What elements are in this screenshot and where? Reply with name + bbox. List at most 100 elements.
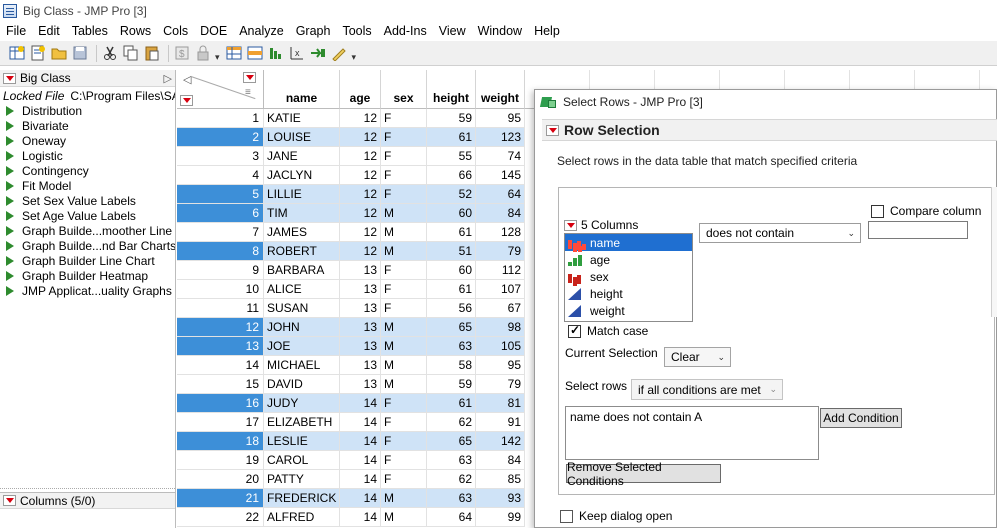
cell-name[interactable]: KATIE [264, 109, 340, 128]
cell-sex[interactable]: M [381, 375, 427, 394]
cell-weight[interactable]: 64 [476, 185, 525, 204]
cell-name[interactable]: ALICE [264, 280, 340, 299]
columns-red-triangle-icon[interactable] [243, 72, 256, 83]
cell-sex[interactable]: F [381, 185, 427, 204]
compare-column-checkbox[interactable]: Compare column [871, 204, 981, 218]
cell-sex[interactable]: M [381, 508, 427, 527]
cell-name[interactable]: BARBARA [264, 261, 340, 280]
cell-weight[interactable]: 112 [476, 261, 525, 280]
column-list-item-weight[interactable]: weight [565, 302, 692, 319]
cell-weight[interactable]: 98 [476, 318, 525, 337]
toolbar-overflow-icon[interactable]: ▾ [352, 52, 357, 63]
cell-sex[interactable]: F [381, 280, 427, 299]
table-script-item[interactable]: Oneway [0, 133, 175, 148]
cell-name[interactable]: JOHN [264, 318, 340, 337]
cell-height[interactable]: 61 [427, 128, 476, 147]
cell-age[interactable]: 12 [340, 128, 381, 147]
cell-age[interactable]: 14 [340, 413, 381, 432]
row-number[interactable]: 18 [177, 432, 264, 451]
row-number[interactable]: 7 [177, 223, 264, 242]
cell-height[interactable]: 59 [427, 109, 476, 128]
table-script-item[interactable]: Graph Builder Line Chart [0, 253, 175, 268]
conditions-list[interactable]: name does not contain A [565, 406, 819, 460]
cell-weight[interactable]: 84 [476, 451, 525, 470]
run-script-icon[interactable] [6, 210, 14, 221]
table-script-item[interactable]: Bivariate [0, 118, 175, 133]
cell-height[interactable]: 56 [427, 299, 476, 318]
cell-sex[interactable]: F [381, 261, 427, 280]
cell-height[interactable]: 63 [427, 489, 476, 508]
condition-mode-dropdown[interactable]: if all conditions are met ⌄ [631, 379, 783, 400]
cell-name[interactable]: ALFRED [264, 508, 340, 527]
row-number[interactable]: 22 [177, 508, 264, 527]
menu-tools[interactable]: Tools [336, 24, 377, 38]
table-script-item[interactable]: Graph Builde...nd Bar Charts [0, 238, 175, 253]
new-data-table-icon[interactable] [8, 45, 25, 62]
cell-height[interactable]: 64 [427, 508, 476, 527]
cell-weight[interactable]: 99 [476, 508, 525, 527]
new-script-icon[interactable] [29, 45, 46, 62]
cell-height[interactable]: 55 [427, 147, 476, 166]
cell-name[interactable]: TIM [264, 204, 340, 223]
menu-analyze[interactable]: Analyze [233, 24, 289, 38]
panel-divider[interactable] [0, 488, 175, 491]
cell-height[interactable]: 61 [427, 223, 476, 242]
cell-age[interactable]: 12 [340, 147, 381, 166]
criteria-value-input[interactable] [868, 221, 968, 239]
cell-name[interactable]: PATTY [264, 470, 340, 489]
table-script-item[interactable]: Graph Builder Heatmap [0, 268, 175, 283]
cell-sex[interactable]: F [381, 299, 427, 318]
condition-item[interactable]: name does not contain A [570, 410, 702, 424]
row-number[interactable]: 10 [177, 280, 264, 299]
cell-name[interactable]: ROBERT [264, 242, 340, 261]
cell-age[interactable]: 14 [340, 470, 381, 489]
menu-doe[interactable]: DOE [194, 24, 233, 38]
run-script-icon[interactable] [6, 180, 14, 191]
red-triangle-menu-icon[interactable] [3, 72, 16, 84]
table-script-item[interactable]: Distribution [0, 103, 175, 118]
table-script-item[interactable]: Fit Model [0, 178, 175, 193]
menu-add-ins[interactable]: Add-Ins [378, 24, 433, 38]
row-number[interactable]: 16 [177, 394, 264, 413]
cell-name[interactable]: MICHAEL [264, 356, 340, 375]
cell-sex[interactable]: F [381, 128, 427, 147]
collapse-panel-icon[interactable]: ▷ [164, 72, 172, 85]
menu-view[interactable]: View [433, 24, 472, 38]
cell-name[interactable]: LESLIE [264, 432, 340, 451]
cell-weight[interactable]: 105 [476, 337, 525, 356]
cell-age[interactable]: 12 [340, 204, 381, 223]
cell-sex[interactable]: M [381, 489, 427, 508]
table-script-item[interactable]: Set Age Value Labels [0, 208, 175, 223]
run-script-icon[interactable] [6, 225, 14, 236]
cell-age[interactable]: 14 [340, 432, 381, 451]
run-script-icon[interactable] [6, 285, 14, 296]
cell-height[interactable]: 61 [427, 394, 476, 413]
cell-sex[interactable]: F [381, 394, 427, 413]
operator-dropdown[interactable]: does not contain ⌄ [699, 223, 861, 243]
cell-height[interactable]: 52 [427, 185, 476, 204]
red-triangle-menu-icon[interactable] [546, 124, 559, 136]
cell-height[interactable]: 63 [427, 451, 476, 470]
cell-weight[interactable]: 95 [476, 356, 525, 375]
run-script-icon[interactable] [6, 165, 14, 176]
column-header-name[interactable]: name [264, 70, 340, 109]
row-number[interactable]: 8 [177, 242, 264, 261]
cell-name[interactable]: JACLYN [264, 166, 340, 185]
cell-sex[interactable]: F [381, 470, 427, 489]
column-list-item-name[interactable]: name [565, 234, 692, 251]
cell-weight[interactable]: 142 [476, 432, 525, 451]
column-nav-icon[interactable]: ◁ [183, 73, 191, 86]
menu-window[interactable]: Window [472, 24, 528, 38]
cell-weight[interactable]: 128 [476, 223, 525, 242]
cell-height[interactable]: 58 [427, 356, 476, 375]
column-header-age[interactable]: age [340, 70, 381, 109]
run-script-icon[interactable] [6, 270, 14, 281]
table-script-item[interactable]: Logistic [0, 148, 175, 163]
cell-sex[interactable]: F [381, 451, 427, 470]
open-icon[interactable] [50, 45, 67, 62]
cell-sex[interactable]: M [381, 318, 427, 337]
cell-sex[interactable]: M [381, 204, 427, 223]
cell-sex[interactable]: M [381, 356, 427, 375]
cell-weight[interactable]: 67 [476, 299, 525, 318]
run-script-icon[interactable] [6, 150, 14, 161]
